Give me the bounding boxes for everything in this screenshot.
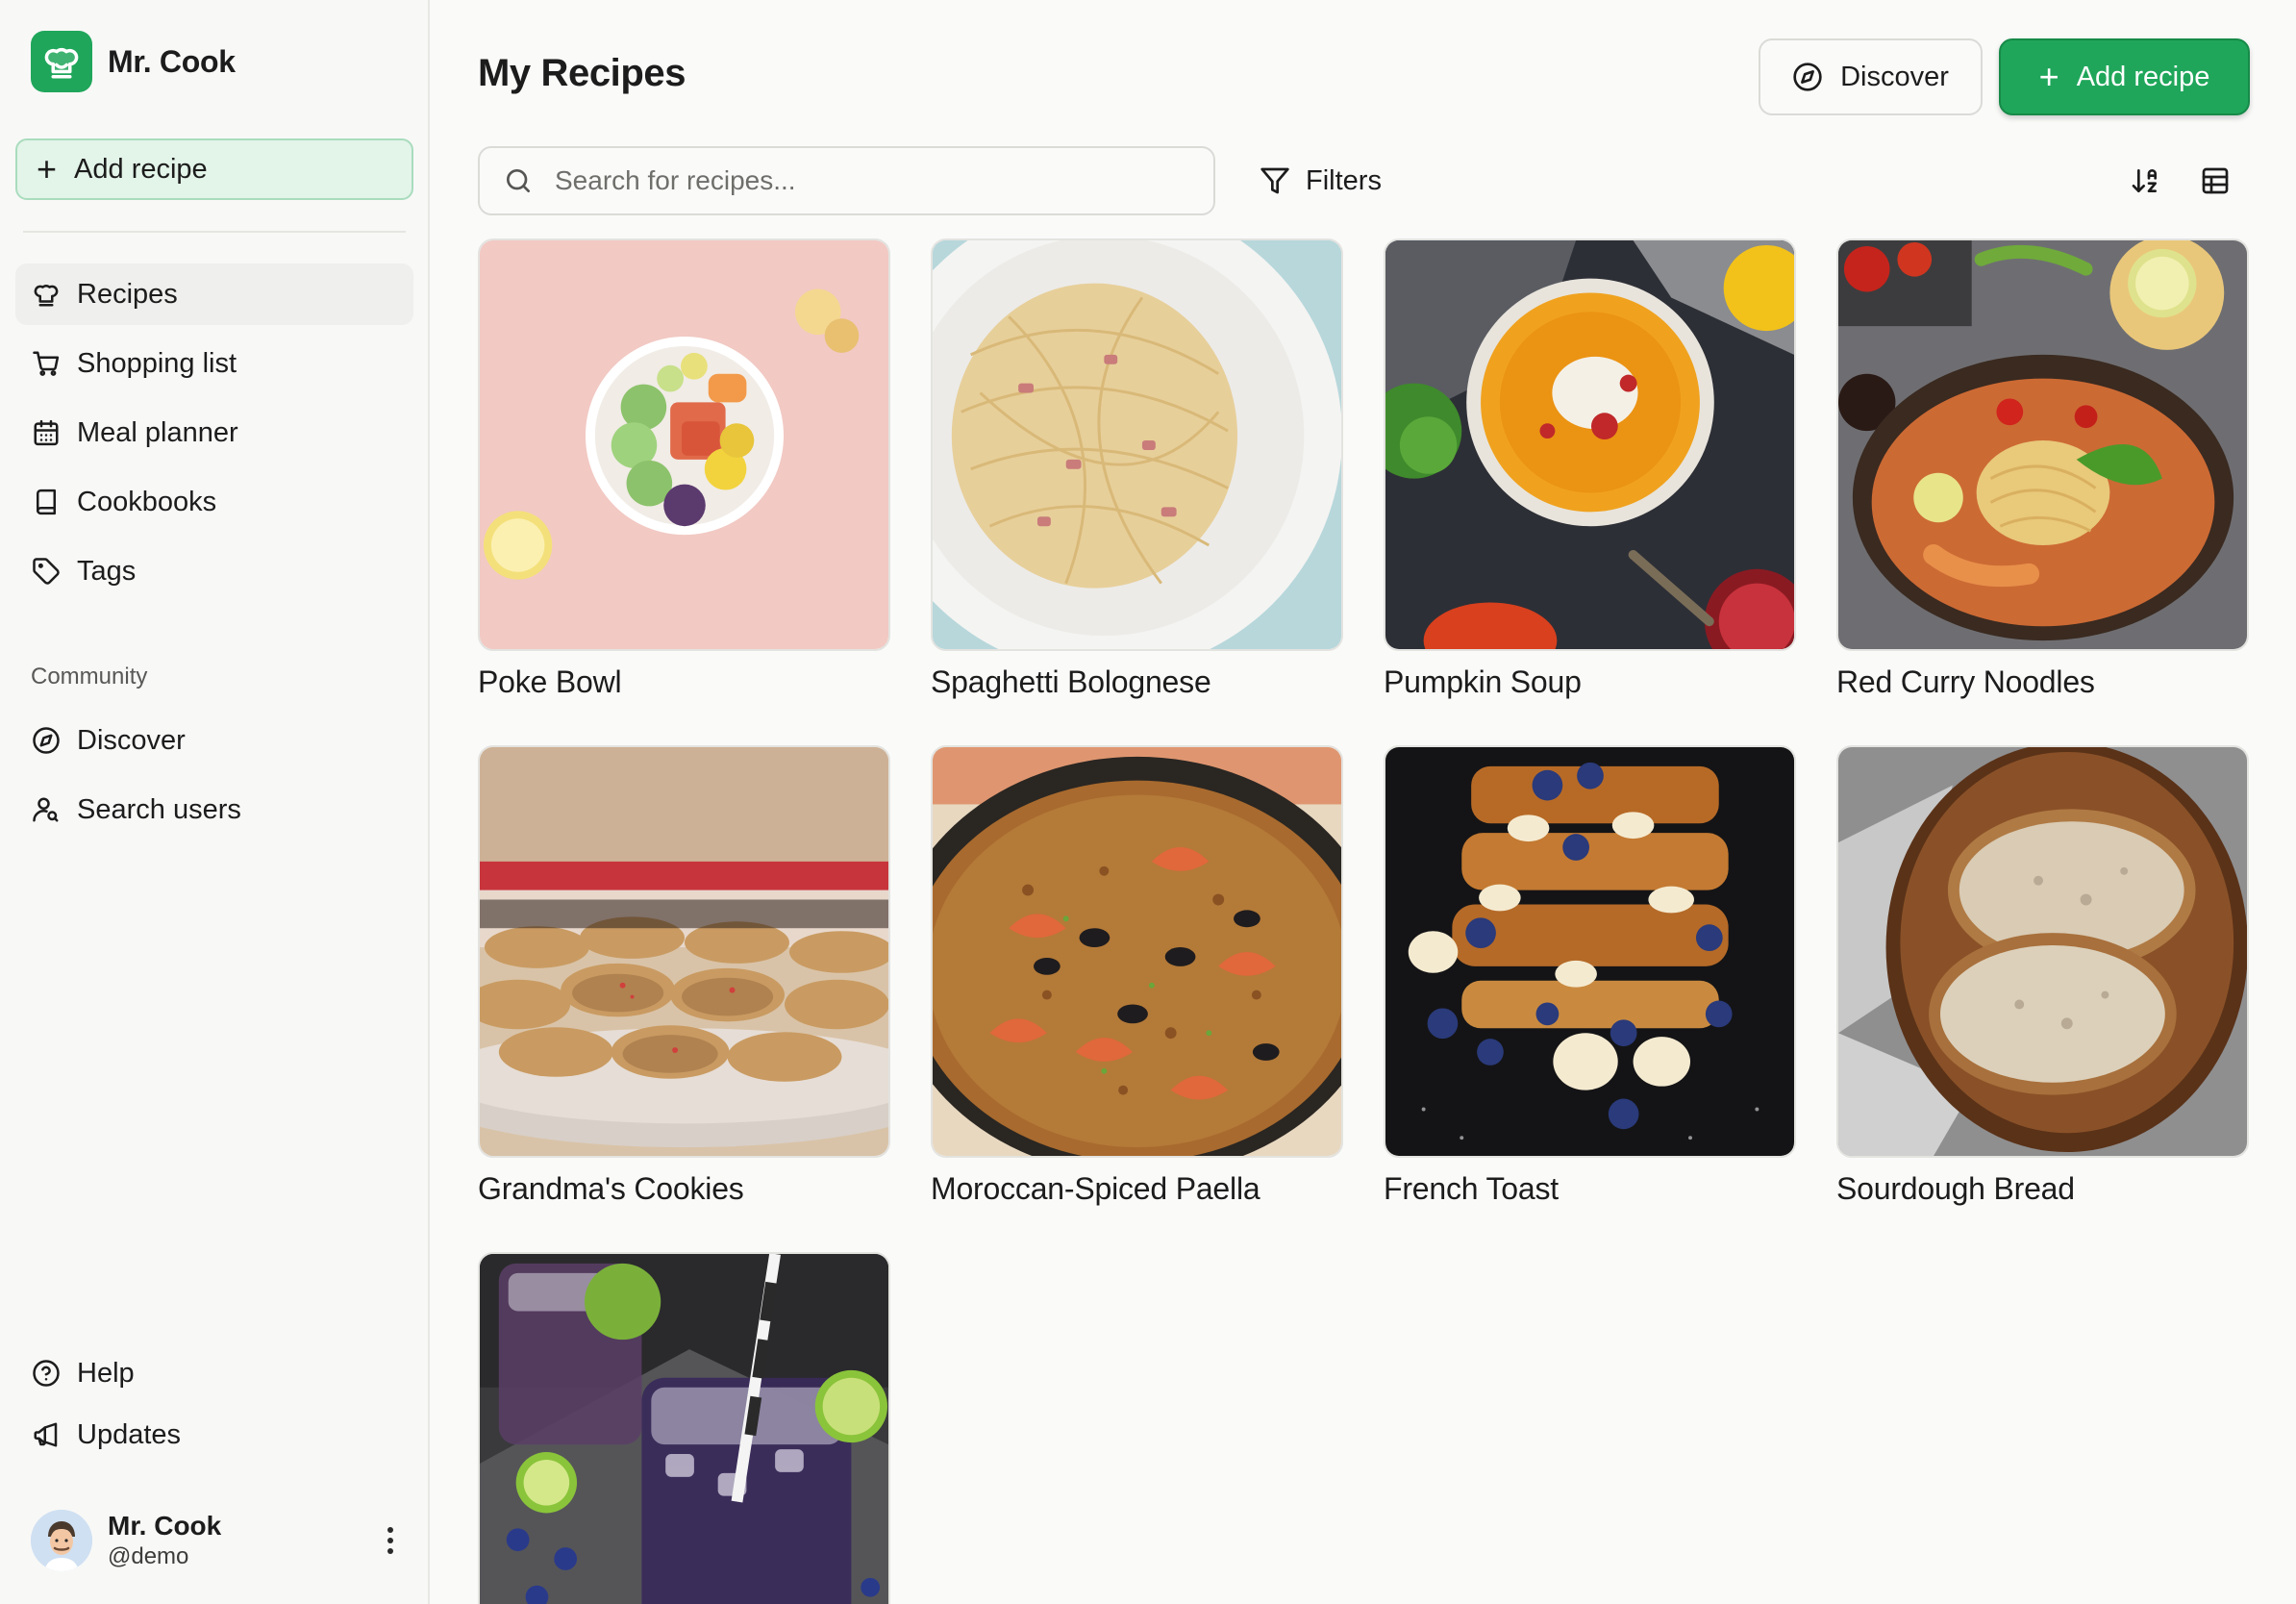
recipe-card[interactable]: Sourdough Bread <box>1836 745 2249 1207</box>
sidebar: Mr. Cook + Add recipe Recipes Shopping l… <box>0 0 430 1604</box>
plus-icon: + <box>2038 57 2059 96</box>
recipe-title: Sourdough Bread <box>1836 1171 2075 1206</box>
recipe-title: Moroccan-Spiced Paella <box>931 1171 1260 1206</box>
sidebar-item-label: Help <box>77 1357 135 1389</box>
sidebar-item-updates[interactable]: Updates <box>15 1404 413 1466</box>
sidebar-item-shopping-list[interactable]: Shopping list <box>15 333 413 394</box>
sort-icon[interactable] <box>2128 163 2162 198</box>
add-recipe-button[interactable]: + Add recipe <box>1999 38 2250 115</box>
sidebar-item-label: Cookbooks <box>77 486 217 517</box>
search-box[interactable] <box>478 146 1215 215</box>
recipe-card[interactable]: French Toast <box>1384 745 1796 1207</box>
sidebar-item-label: Search users <box>77 793 241 825</box>
filter-icon <box>1260 167 1289 194</box>
tag-icon <box>31 556 62 587</box>
recipe-title: French Toast <box>1384 1171 1559 1206</box>
sidebar-item-label: Shopping list <box>77 347 237 379</box>
brand-name: Mr. Cook <box>108 43 236 79</box>
recipe-card[interactable]: Moroccan-Spiced Paella <box>931 745 1343 1207</box>
filters-button[interactable]: Filters <box>1260 162 1382 200</box>
sidebar-item-discover[interactable]: Discover <box>15 710 413 771</box>
sidebar-item-label: Meal planner <box>77 416 238 448</box>
user-profile[interactable]: Mr. Cook @demo <box>31 1510 406 1571</box>
sidebar-item-search-users[interactable]: Search users <box>15 779 413 840</box>
help-circle-icon <box>31 1358 62 1389</box>
recipe-image <box>478 1252 890 1604</box>
compass-icon <box>31 725 62 756</box>
filters-label: Filters <box>1306 164 1382 196</box>
sidebar-item-label: Recipes <box>77 278 178 310</box>
sidebar-item-meal-planner[interactable]: Meal planner <box>15 402 413 464</box>
chef-hat-icon <box>31 279 62 310</box>
community-section-label: Community <box>31 664 148 689</box>
recipe-image <box>1836 745 2249 1158</box>
plus-icon: + <box>37 149 58 188</box>
calendar-icon <box>31 417 62 448</box>
sidebar-add-recipe-button[interactable]: + Add recipe <box>15 138 413 200</box>
search-icon <box>507 169 530 192</box>
recipe-image <box>478 745 890 1158</box>
recipe-title: Poke Bowl <box>478 664 622 699</box>
sidebar-add-recipe-label: Add recipe <box>74 153 208 185</box>
table-view-icon[interactable] <box>2198 163 2233 198</box>
recipe-title: Red Curry Noodles <box>1836 664 2095 699</box>
sidebar-item-cookbooks[interactable]: Cookbooks <box>15 471 413 533</box>
recipe-card[interactable]: Pumpkin Soup <box>1384 238 1796 700</box>
sidebar-divider <box>23 231 406 233</box>
recipe-image <box>931 238 1343 651</box>
recipe-card[interactable]: Poke Bowl <box>478 238 890 700</box>
recipe-image <box>1384 745 1796 1158</box>
recipe-title: Pumpkin Soup <box>1384 664 1582 699</box>
sidebar-item-label: Updates <box>77 1418 182 1450</box>
chef-hat-icon <box>31 31 92 92</box>
recipe-image <box>1836 238 2249 651</box>
discover-button[interactable]: Discover <box>1759 38 1983 115</box>
recipe-card[interactable]: Grandma's Cookies <box>478 745 890 1207</box>
sidebar-item-help[interactable]: Help <box>15 1342 413 1404</box>
profile-name: Mr. Cook <box>108 1511 222 1541</box>
recipe-card[interactable] <box>478 1252 890 1604</box>
recipe-image <box>478 238 890 651</box>
profile-handle: @demo <box>108 1543 189 1569</box>
recipe-title: Spaghetti Bolognese <box>931 664 1211 699</box>
cart-icon <box>31 348 62 379</box>
recipe-image <box>1384 238 1796 651</box>
search-input[interactable] <box>555 165 1170 196</box>
recipe-card[interactable]: Spaghetti Bolognese <box>931 238 1343 700</box>
recipe-card[interactable]: Red Curry Noodles <box>1836 238 2249 700</box>
recipe-image <box>931 745 1343 1158</box>
sidebar-item-label: Discover <box>77 724 186 756</box>
brand[interactable]: Mr. Cook <box>31 31 236 92</box>
add-recipe-button-label: Add recipe <box>2076 61 2210 92</box>
megaphone-icon <box>31 1419 62 1450</box>
avatar <box>31 1510 92 1571</box>
page-title: My Recipes <box>478 52 686 94</box>
discover-button-label: Discover <box>1840 61 1949 92</box>
recipe-title: Grandma's Cookies <box>478 1171 744 1206</box>
user-search-icon <box>31 794 62 825</box>
sidebar-item-label: Tags <box>77 555 137 587</box>
book-icon <box>31 487 62 517</box>
compass-icon <box>1793 63 1822 91</box>
more-options-icon[interactable] <box>375 1525 406 1556</box>
sidebar-item-tags[interactable]: Tags <box>15 540 413 602</box>
sidebar-item-recipes[interactable]: Recipes <box>15 263 413 325</box>
